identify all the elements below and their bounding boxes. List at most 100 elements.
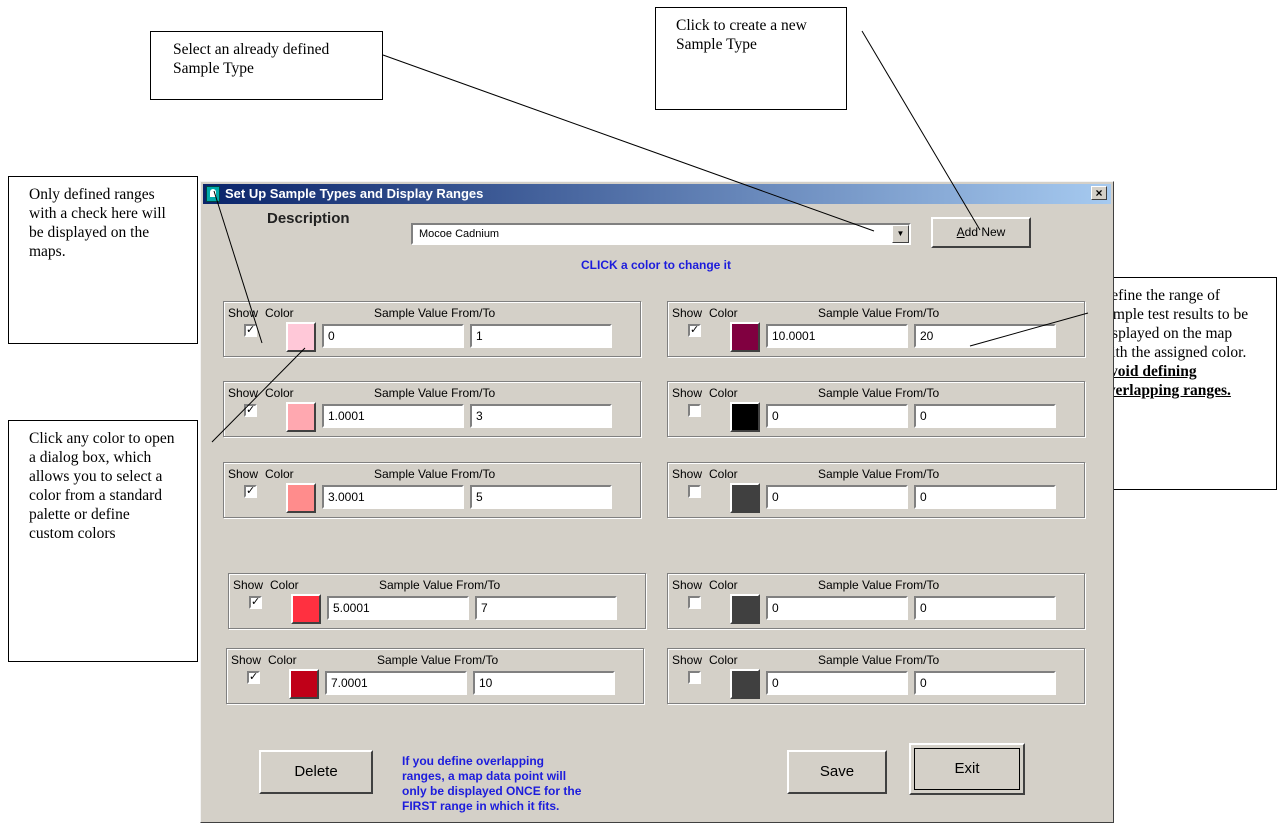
add-new-rest: dd New [964,225,1006,239]
range-to-input[interactable]: 0 [914,596,1056,620]
range-group-9: Show Color Sample Value From/To 0 0 [667,573,1085,629]
callout-define-range-warning: Avoid defining overlapping ranges. [1100,363,1231,399]
color-label: Color [709,306,738,320]
exit-button[interactable]: Exit [909,743,1025,795]
color-label: Color [709,386,738,400]
show-label: Show [672,386,703,400]
range-group-6: Show Color Sample Value From/To ✓ 10.0001 20 [667,301,1085,357]
range-label: Sample Value From/To [379,578,501,592]
show-checkbox[interactable] [688,404,701,417]
color-label: Color [709,467,738,481]
range-group-1: Show Color Sample Value From/To ✓ 0 1 [223,301,641,357]
range-from-input[interactable]: 5.0001 [327,596,469,620]
exit-label: Exit [954,760,980,777]
show-checkbox[interactable]: ✓ [247,671,260,684]
range-label: Sample Value From/To [818,467,940,481]
range-label: Sample Value From/To [374,467,496,481]
chevron-down-icon[interactable]: ▼ [892,225,909,243]
show-checkbox[interactable]: ✓ [244,485,257,498]
show-checkbox[interactable] [688,671,701,684]
range-to-input[interactable]: 10 [473,671,615,695]
callout-define-range-text: Define the range of sample test results … [1100,287,1249,361]
color-swatch[interactable] [730,322,760,352]
range-label: Sample Value From/To [818,386,940,400]
range-to-input[interactable]: 1 [470,324,612,348]
show-checkbox[interactable]: ✓ [249,596,262,609]
range-group-3: Show Color Sample Value From/To ✓ 3.0001 5 [223,462,641,518]
delete-button[interactable]: Delete [259,750,373,794]
color-swatch[interactable] [289,669,319,699]
range-to-input[interactable]: 20 [914,324,1056,348]
color-swatch[interactable] [286,322,316,352]
range-to-input[interactable]: 3 [470,404,612,428]
color-swatch[interactable] [291,594,321,624]
callout-only-defined: Only defined ranges with a check here wi… [8,176,198,344]
range-label: Sample Value From/To [818,306,940,320]
color-swatch[interactable] [730,669,760,699]
show-label: Show [672,578,703,592]
color-label: Color [265,386,294,400]
range-group-5: Show Color Sample Value From/To ✓ 7.0001 10 [226,648,644,704]
show-label: Show [672,653,703,667]
close-icon[interactable]: × [1091,186,1107,200]
color-label: Color [709,578,738,592]
color-swatch[interactable] [286,483,316,513]
range-group-7: Show Color Sample Value From/To 0 0 [667,381,1085,437]
range-from-input[interactable]: 10.0001 [766,324,908,348]
range-group-4: Show Color Sample Value From/To ✓ 5.0001 7 [228,573,646,629]
range-from-input[interactable]: 1.0001 [322,404,464,428]
color-label: Color [265,467,294,481]
color-label: Color [270,578,299,592]
range-from-input[interactable]: 0 [766,596,908,620]
add-new-button[interactable]: Add New [931,217,1031,248]
show-label: Show [228,386,259,400]
show-checkbox[interactable]: ✓ [244,404,257,417]
show-checkbox[interactable]: ✓ [244,324,257,337]
range-label: Sample Value From/To [818,578,940,592]
show-checkbox[interactable] [688,596,701,609]
color-swatch[interactable] [730,402,760,432]
range-label: Sample Value From/To [374,306,496,320]
range-to-input[interactable]: 5 [470,485,612,509]
show-label: Show [672,306,703,320]
color-hint: CLICK a color to change it [581,258,732,272]
range-from-input[interactable]: 3.0001 [322,485,464,509]
callout-create-new-text: Click to create a new Sample Type [676,17,807,53]
callout-click-color-text: Click any color to open a dialog box, wh… [29,430,175,542]
range-to-input[interactable]: 0 [914,671,1056,695]
range-group-8: Show Color Sample Value From/To 0 0 [667,462,1085,518]
range-from-input[interactable]: 7.0001 [325,671,467,695]
delete-label: Delete [294,763,338,780]
range-to-input[interactable]: 7 [475,596,617,620]
range-from-input[interactable]: 0 [766,485,908,509]
callout-define-range: Define the range of sample test results … [1087,277,1277,490]
show-label: Show [672,467,703,481]
color-label: Color [709,653,738,667]
add-new-hotkey: A [956,225,965,239]
color-swatch[interactable] [730,594,760,624]
show-label: Show [233,578,264,592]
title-bar: Set Up Sample Types and Display Ranges × [203,184,1111,204]
range-group-2: Show Color Sample Value From/To ✓ 1.0001 3 [223,381,641,437]
range-to-input[interactable]: 0 [914,485,1056,509]
range-to-input[interactable]: 0 [914,404,1056,428]
save-button[interactable]: Save [787,750,887,794]
show-label: Show [228,306,259,320]
setup-dialog: Set Up Sample Types and Display Ranges ×… [200,181,1114,823]
callout-select-type-text: Select an already defined Sample Type [173,41,330,77]
range-label: Sample Value From/To [818,653,940,667]
show-checkbox[interactable] [688,485,701,498]
sample-type-value: Mocoe Cadnium [419,228,500,240]
app-icon [206,186,220,202]
color-swatch[interactable] [286,402,316,432]
sample-type-select[interactable]: Mocoe Cadnium ▼ [411,223,911,245]
color-swatch[interactable] [730,483,760,513]
show-checkbox[interactable]: ✓ [688,324,701,337]
range-from-input[interactable]: 0 [322,324,464,348]
range-from-input[interactable]: 0 [766,671,908,695]
color-label: Color [268,653,297,667]
range-from-input[interactable]: 0 [766,404,908,428]
dialog-title: Set Up Sample Types and Display Ranges [225,186,484,201]
color-label: Color [265,306,294,320]
callout-create-new: Click to create a new Sample Type [655,7,847,110]
